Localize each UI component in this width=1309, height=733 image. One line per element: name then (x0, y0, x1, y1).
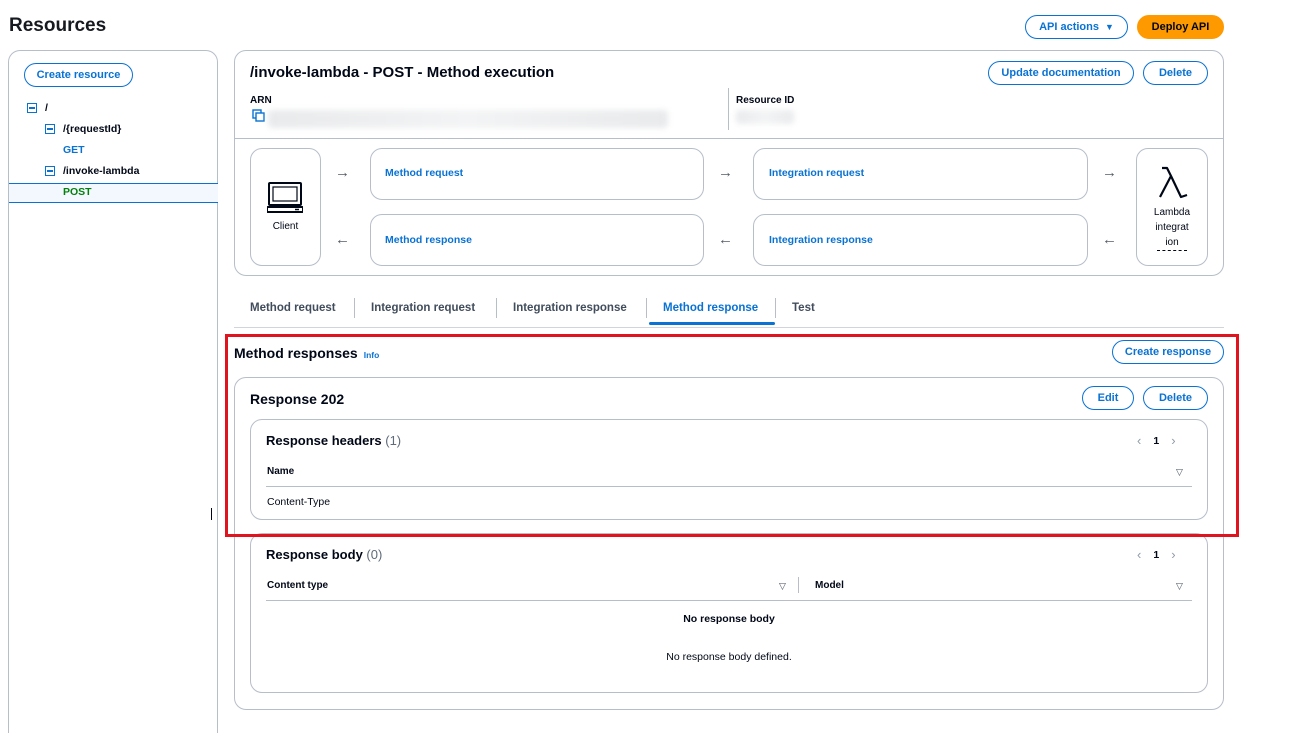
laptop-icon (266, 181, 304, 215)
tab-test[interactable]: Test (792, 302, 815, 314)
column-header-model[interactable]: Model (815, 580, 844, 591)
response-body-title: Response body (0) (266, 547, 382, 562)
copy-icon[interactable] (252, 109, 265, 122)
tab-integration-response[interactable]: Integration response (513, 302, 627, 314)
body-pagination: ‹ 1 › (1137, 547, 1176, 562)
arrow-right-icon: → (718, 164, 733, 181)
tree-item-invoke-lambda[interactable]: /invoke-lambda (45, 165, 139, 177)
page-number[interactable]: 1 (1153, 549, 1159, 561)
table-count: (0) (366, 547, 383, 562)
empty-state-title: No response body (683, 613, 775, 625)
tree-item-root[interactable]: / (27, 102, 48, 114)
arrow-left-icon: ← (335, 231, 350, 248)
table-title: Response body (266, 547, 363, 562)
create-resource-button[interactable]: Create resource (24, 63, 133, 87)
arn-label: ARN (250, 95, 272, 106)
lambda-label-line: Lambda (1153, 207, 1191, 218)
method-request-link[interactable]: Method request (385, 167, 463, 179)
arrow-right-icon: → (335, 164, 350, 181)
tree-item-label: /invoke-lambda (63, 165, 140, 177)
tabs-divider (234, 327, 1224, 328)
tab-method-response[interactable]: Method response (663, 302, 758, 314)
chevron-left-icon[interactable]: ‹ (1137, 547, 1141, 562)
page-title: Resources (9, 15, 107, 36)
divider (235, 138, 1223, 139)
integration-response-link[interactable]: Integration response (769, 234, 873, 246)
lambda-icon (1157, 165, 1189, 199)
empty-state-description: No response body defined. (666, 651, 792, 663)
tab-integration-request[interactable]: Integration request (371, 302, 475, 314)
caret-down-icon: ▼ (1104, 22, 1114, 32)
tree-item-requestid[interactable]: /{requestId} (45, 123, 121, 135)
column-header-content-type[interactable]: Content type (267, 580, 328, 591)
client-label: Client (272, 221, 299, 232)
resource-tree-panel (8, 50, 218, 733)
tree-item-get[interactable]: GET (63, 144, 85, 156)
tree-item-label: /{requestId} (63, 123, 122, 135)
arrow-left-icon: ← (1102, 231, 1117, 248)
active-tab-indicator (649, 322, 775, 325)
collapse-icon[interactable] (27, 103, 37, 113)
deploy-api-button[interactable]: Deploy API (1137, 15, 1224, 39)
tab-separator (496, 298, 497, 318)
tree-selected-row (9, 183, 218, 203)
sort-caret-icon[interactable]: ▽ (1176, 581, 1183, 592)
update-documentation-button[interactable]: Update documentation (988, 61, 1134, 85)
method-response-link[interactable]: Method response (385, 234, 472, 246)
delete-method-button[interactable]: Delete (1143, 61, 1208, 85)
resource-id-label: Resource ID (736, 95, 795, 106)
table-header-divider (266, 600, 1192, 601)
integration-request-link[interactable]: Integration request (769, 167, 864, 179)
tab-separator (646, 298, 647, 318)
api-actions-button[interactable]: API actions ▼ (1025, 15, 1128, 39)
chevron-right-icon[interactable]: › (1171, 547, 1175, 562)
highlight-box (225, 334, 1239, 537)
resource-id-redacted (736, 110, 794, 124)
api-actions-label: API actions (1039, 21, 1099, 33)
tree-method-label: GET (63, 144, 85, 156)
lambda-label-line: ion (1157, 235, 1187, 251)
arn-value-redacted (268, 110, 668, 128)
arrow-right-icon: → (1102, 164, 1117, 181)
lambda-integration-label: Lambda integrat ion (1140, 205, 1204, 251)
lambda-label-line: integrat (1155, 222, 1189, 233)
tab-separator (775, 298, 776, 318)
collapse-icon[interactable] (45, 124, 55, 134)
tab-method-request[interactable]: Method request (250, 302, 336, 314)
sidebar-resize-handle[interactable] (211, 508, 213, 520)
collapse-icon[interactable] (45, 166, 55, 176)
divider (728, 88, 729, 130)
arrow-left-icon: ← (718, 231, 733, 248)
tab-separator (354, 298, 355, 318)
tree-method-label: POST (63, 186, 92, 198)
execution-title: /invoke-lambda - POST - Method execution (250, 64, 555, 81)
column-divider (798, 577, 799, 593)
tree-item-label: / (45, 102, 48, 114)
tree-item-post[interactable]: POST (63, 186, 92, 198)
sort-caret-icon[interactable]: ▽ (779, 581, 786, 592)
